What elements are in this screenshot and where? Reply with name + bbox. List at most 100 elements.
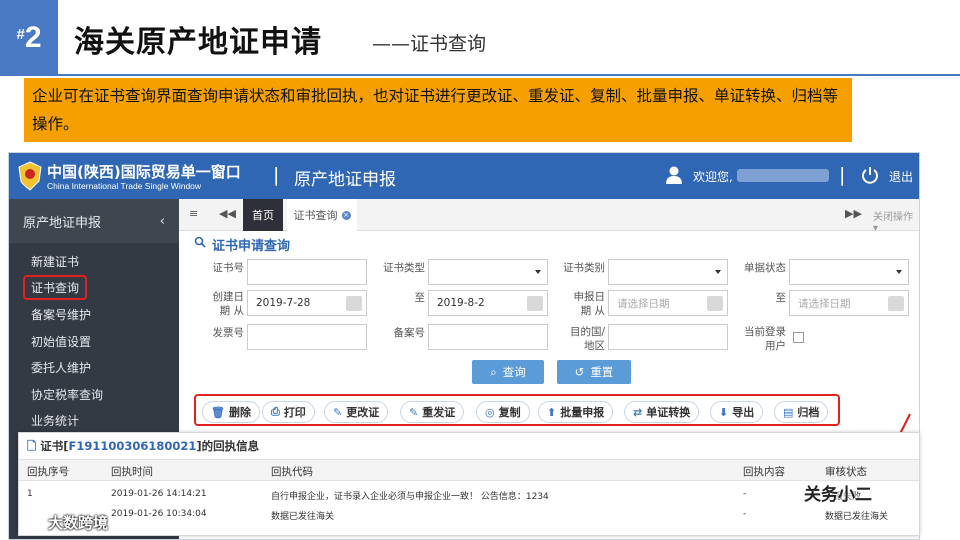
sidebar-header[interactable]: 原产地证申报 ‹ (9, 199, 179, 243)
collapse-chevron-icon[interactable]: ‹ (160, 214, 165, 229)
apply-date-label: 申报日期 从 (573, 291, 606, 317)
invoice-input[interactable] (247, 324, 367, 350)
tab-bar: ≡ ◀◀ 首页 证书查询 × ▶▶ 关闭操作 ▾ (179, 199, 919, 234)
reset-icon: ↺ (574, 365, 585, 379)
chevron-down-icon (535, 270, 541, 274)
current-user-checkbox[interactable] (793, 332, 804, 343)
created-date-label: 创建日期 从 (212, 291, 245, 317)
slide-subtitle: ——证书查询 (372, 33, 487, 55)
record-input[interactable] (428, 324, 548, 350)
edit-icon: ✎ (409, 405, 419, 419)
edit-icon: ✎ (333, 405, 343, 419)
doc-status-label: 单据状态 (744, 262, 786, 274)
tab-label: 证书查询 (293, 209, 338, 222)
reissue-cert-button[interactable]: ✎ 重发证 (400, 401, 465, 423)
print-button[interactable]: ⎙ 打印 (262, 401, 315, 423)
reset-button[interactable]: ↺ 重置 (557, 360, 631, 384)
col-status: 审核状态 (825, 466, 867, 478)
export-label: 导出 (732, 406, 755, 419)
close-operations-menu[interactable]: 关闭操作 ▾ (873, 208, 919, 234)
sidebar-item-certificate-query[interactable]: 证书查询 (23, 275, 88, 300)
query-button[interactable]: ⌕ 查询 (472, 360, 544, 384)
swap-icon: ⇄ (633, 405, 643, 419)
download-icon: ⬇ (719, 405, 729, 419)
calendar-icon[interactable] (346, 296, 362, 311)
sidebar-header-label: 原产地证申报 (23, 215, 102, 231)
title-divider (58, 74, 960, 76)
copy-label: 复制 (498, 406, 521, 419)
user-icon (666, 166, 682, 184)
operations-toolbar: 🗑 删除 ⎙ 打印 ✎ 更改证 ✎ 重发证 ◎ 复制 ⬆ 批量申报 ⇄ 单证转换 ⬇ 导出 ▤ 归… (194, 394, 840, 426)
doc-convert-button[interactable]: ⇄ 单证转换 (624, 401, 700, 423)
col-code: 回执代码 (271, 466, 313, 478)
col-seq: 回执序号 (27, 466, 69, 478)
archive-label: 归档 (797, 406, 820, 419)
section-title: 证书申请查询 (212, 239, 291, 254)
export-button[interactable]: ⬇ 导出 (710, 401, 764, 423)
row1-seq: 1 (27, 489, 33, 499)
file-icon: ▤ (783, 405, 794, 419)
menu-icon[interactable]: ≡ (189, 207, 198, 220)
cert-type-label: 证书类型 (383, 262, 425, 274)
cert-no-input[interactable] (247, 259, 367, 285)
header-separator: | (839, 164, 846, 186)
apply-to-input[interactable]: 请选择日期 (789, 290, 909, 316)
calendar-icon[interactable] (707, 296, 723, 311)
sidebar-item-record-maintenance[interactable]: 备案号维护 (31, 306, 91, 323)
change-cert-button[interactable]: ✎ 更改证 (324, 401, 389, 423)
tab-scroll-left-icon[interactable]: ◀◀ (219, 207, 236, 220)
sidebar-item-tariff-query[interactable]: 协定税率查询 (31, 386, 103, 403)
doc-status-select[interactable] (789, 259, 909, 285)
apply-from-input[interactable]: 请选择日期 (608, 290, 728, 316)
customs-emblem-icon (18, 161, 42, 191)
print-label: 打印 (283, 406, 306, 419)
sidebar-item-principal-maintenance[interactable]: 委托人维护 (31, 359, 91, 376)
receipt-table-header: 回执序号 回执时间 回执代码 回执内容 审核状态 (19, 459, 919, 481)
change-cert-label: 更改证 (346, 406, 380, 419)
col-time: 回执时间 (111, 466, 153, 478)
tab-scroll-right-icon[interactable]: ▶▶ (845, 207, 862, 220)
slide-number-badge: # 2 (0, 0, 58, 76)
calendar-icon[interactable] (527, 296, 543, 311)
power-icon[interactable] (861, 166, 879, 184)
delete-label: 删除 (228, 406, 251, 419)
archive-button[interactable]: ▤ 归档 (774, 401, 829, 423)
tab-close-icon[interactable]: × (341, 210, 351, 220)
slide-title: 海关原产地证申请 (74, 25, 322, 60)
query-button-label: 查询 (502, 365, 526, 379)
brand-name: 中国(陕西)国际贸易单一窗口 (47, 163, 241, 181)
search-icon: ⌕ (490, 364, 497, 379)
destination-label: 目的国/地区 (569, 326, 605, 352)
created-to-input[interactable]: 2019-8-2 (428, 290, 548, 316)
row1-time: 2019-01-26 14:14:21 (111, 489, 207, 499)
delete-button[interactable]: 🗑 删除 (202, 401, 260, 423)
current-user-label: 当前登录用户 (744, 326, 786, 352)
receipt-cert-no: F191100306180021 (68, 439, 197, 453)
created-to-label: 至 (414, 292, 426, 304)
calendar-icon[interactable] (888, 296, 904, 311)
receipt-title-suffix: ]的回执信息 (196, 439, 260, 453)
row2-content: - (743, 509, 747, 519)
sidebar-item-new-certificate[interactable]: 新建证书 (31, 253, 79, 270)
cert-category-select[interactable] (608, 259, 728, 285)
destination-input[interactable] (608, 324, 728, 350)
trash-icon: 🗑 (211, 405, 225, 419)
document-icon: 🗋 (27, 439, 37, 453)
chevron-down-icon (896, 270, 902, 274)
created-from-input[interactable]: 2019-7-28 (247, 290, 367, 316)
system-title: 原产地证申报 (294, 170, 396, 190)
cert-type-select[interactable] (428, 259, 548, 285)
sidebar-item-statistics[interactable]: 业务统计 (31, 412, 79, 429)
sidebar-item-initial-settings[interactable]: 初始值设置 (31, 333, 91, 350)
batch-declare-label: 批量申报 (560, 406, 605, 419)
batch-declare-button[interactable]: ⬆ 批量申报 (538, 401, 614, 423)
copy-button[interactable]: ◎ 复制 (476, 401, 530, 423)
tab-home[interactable]: 首页 (243, 199, 283, 231)
logout-link[interactable]: 退出 (889, 168, 913, 185)
reset-button-label: 重置 (590, 365, 614, 379)
badge-number: 2 (24, 21, 42, 54)
cert-no-label: 证书号 (212, 262, 245, 274)
welcome-text: 欢迎您, (693, 170, 733, 184)
created-to-value: 2019-8-2 (437, 297, 485, 309)
tab-certificate-query[interactable]: 证书查询 × (287, 199, 357, 231)
